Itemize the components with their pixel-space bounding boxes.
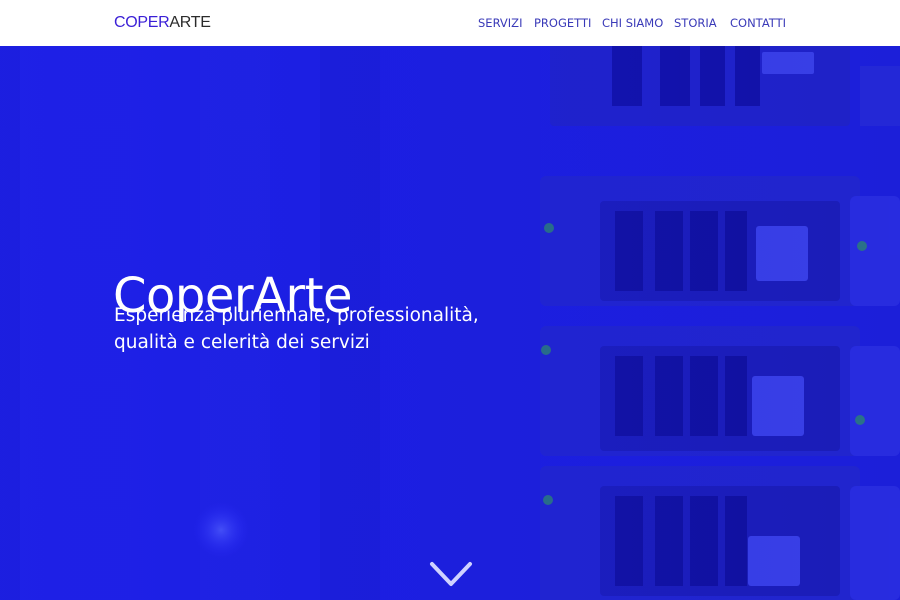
top-navbar: COPERARTE SERVIZI PROGETTI CHI SIAMO STO… <box>0 0 900 46</box>
nav-item-progetti[interactable]: PROGETTI <box>534 16 591 30</box>
hero-subtitle: Esperienza pluriennale, professionalità,… <box>114 305 479 353</box>
nav-item-storia[interactable]: STORIA <box>674 16 717 30</box>
chevron-down-icon[interactable] <box>429 558 473 592</box>
hero-section: CoperArte Esperienza pluriennale, profes… <box>0 46 900 600</box>
nav-item-contatti[interactable]: CONTATTI <box>730 16 786 30</box>
main-nav: SERVIZI PROGETTI CHI SIAMO STORIA CONTAT… <box>0 16 900 32</box>
nav-item-servizi[interactable]: SERVIZI <box>478 16 522 30</box>
nav-item-chi-siamo[interactable]: CHI SIAMO <box>602 16 663 30</box>
